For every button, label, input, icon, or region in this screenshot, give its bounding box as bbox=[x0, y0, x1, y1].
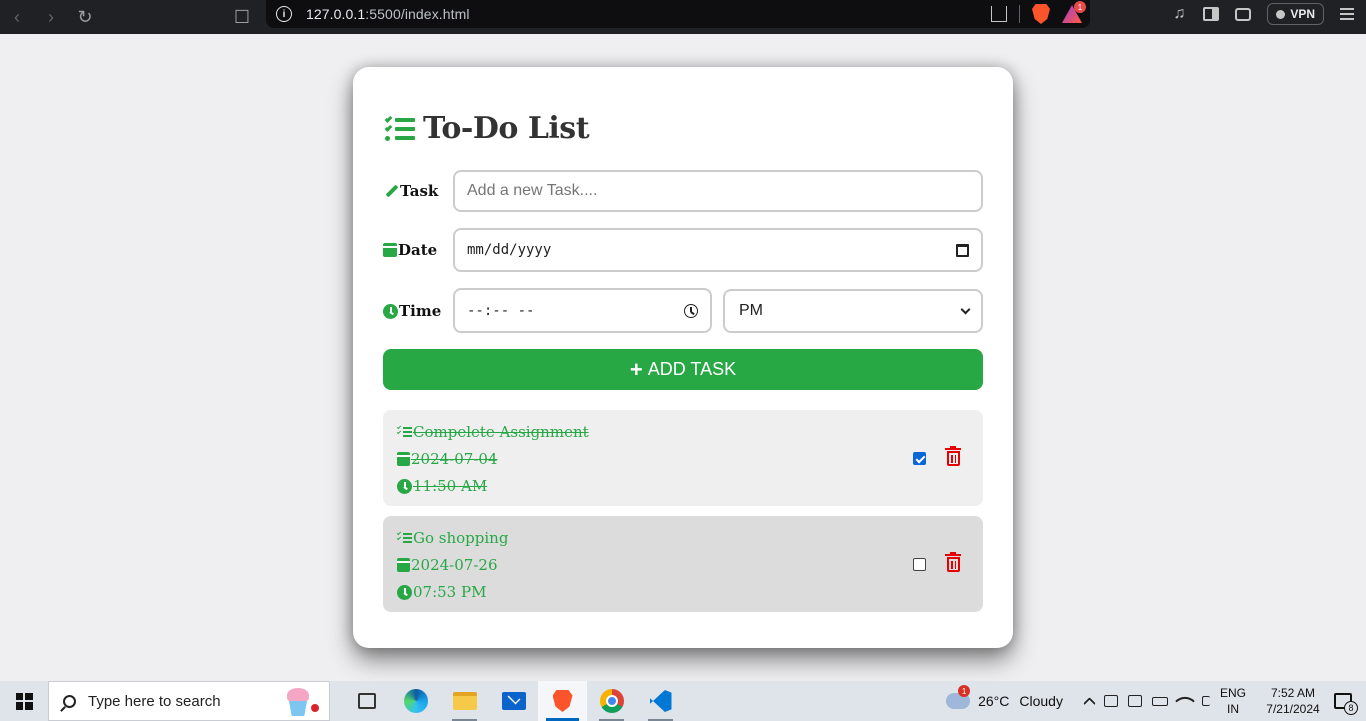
task-date: 2024-07-26 bbox=[397, 556, 497, 574]
calendar-icon bbox=[397, 558, 410, 572]
time-label: Time bbox=[383, 302, 441, 320]
time-input[interactable]: --:-- -- bbox=[453, 288, 712, 333]
address-bar[interactable]: i 127.0.0.1:5500/index.html bbox=[266, 0, 1090, 28]
add-task-label: ADD TASK bbox=[647, 359, 737, 379]
clock-icon bbox=[397, 584, 412, 600]
forward-icon[interactable]: › bbox=[34, 3, 68, 31]
vscode-icon bbox=[649, 690, 672, 712]
taskbar-mail[interactable] bbox=[489, 681, 538, 721]
clock-icon bbox=[397, 478, 412, 494]
battery-icon[interactable] bbox=[1151, 696, 1168, 706]
vpn-button[interactable]: VPN bbox=[1267, 3, 1324, 25]
clock-icon bbox=[383, 303, 398, 319]
task-label: Task bbox=[383, 182, 438, 200]
calendar-icon bbox=[383, 243, 397, 257]
back-icon[interactable]: ‹ bbox=[0, 3, 34, 31]
task-date: 2024-07-04 bbox=[397, 450, 497, 468]
date-picker-icon[interactable] bbox=[956, 243, 969, 257]
task-name: Compelete Assignment bbox=[396, 423, 589, 441]
app-title: To-Do List bbox=[423, 111, 590, 146]
notification-icon[interactable]: 8 bbox=[1334, 693, 1358, 715]
task-name: Go shopping bbox=[396, 529, 508, 547]
task-time: 07:53 PM bbox=[397, 583, 486, 601]
date-value: mm/dd/yyyy bbox=[467, 242, 552, 258]
meet-icon[interactable] bbox=[1103, 695, 1118, 707]
list-check-icon bbox=[396, 530, 412, 544]
task-complete-checkbox[interactable] bbox=[913, 452, 926, 465]
search-icon bbox=[63, 694, 76, 708]
wifi-icon[interactable] bbox=[1175, 691, 1195, 711]
taskbar: Type here to search 1 26°C Cloudy ENG IN … bbox=[0, 681, 1366, 721]
task-complete-checkbox[interactable] bbox=[913, 558, 926, 571]
vpn-label: VPN bbox=[1290, 7, 1315, 21]
sidebar-icon[interactable] bbox=[1203, 7, 1220, 21]
speaker-icon[interactable] bbox=[1201, 696, 1210, 706]
site-info-icon[interactable]: i bbox=[276, 6, 292, 22]
start-button[interactable] bbox=[0, 681, 48, 721]
taskbar-chrome[interactable] bbox=[587, 681, 636, 721]
device-icon[interactable] bbox=[1127, 695, 1142, 707]
menu-icon[interactable] bbox=[1340, 8, 1354, 20]
chrome-icon bbox=[599, 689, 624, 713]
chevron-up-icon[interactable] bbox=[1083, 696, 1096, 710]
taskbar-search[interactable]: Type here to search bbox=[48, 681, 330, 721]
notification-badge: 8 bbox=[1344, 701, 1358, 715]
vpn-status-icon bbox=[1276, 9, 1286, 19]
date-input[interactable]: mm/dd/yyyy bbox=[453, 228, 983, 272]
task-time: 11:50 AM bbox=[397, 477, 487, 495]
task-view-button[interactable] bbox=[342, 681, 391, 721]
divider bbox=[1019, 5, 1020, 23]
folder-icon bbox=[452, 692, 477, 710]
wallet-icon[interactable] bbox=[1235, 7, 1252, 21]
edge-icon bbox=[403, 689, 428, 713]
search-placeholder: Type here to search bbox=[88, 692, 221, 710]
cupcake-icon bbox=[283, 686, 323, 718]
list-check-icon bbox=[396, 424, 412, 438]
system-tray: 1 26°C Cloudy ENG IN 7:52 AM 7/21/2024 8 bbox=[946, 681, 1366, 721]
clock-display[interactable]: 7:52 AM 7/21/2024 bbox=[1262, 685, 1324, 717]
chevron-down-icon bbox=[960, 304, 971, 314]
url-text[interactable]: 127.0.0.1:5500/index.html bbox=[306, 6, 470, 22]
windows-icon bbox=[15, 692, 33, 710]
task-view-icon bbox=[357, 693, 376, 709]
cloud-icon[interactable]: 1 bbox=[946, 685, 971, 709]
ampm-select[interactable]: PM bbox=[723, 289, 983, 333]
rewards-badge: 1 bbox=[1074, 1, 1086, 13]
page-title: To-Do List bbox=[383, 111, 590, 146]
time-picker-icon[interactable] bbox=[684, 303, 698, 318]
brave-shields-icon[interactable] bbox=[1032, 4, 1050, 24]
mail-icon bbox=[501, 692, 526, 710]
media-icon[interactable]: ♫ bbox=[1171, 5, 1187, 22]
trash-icon[interactable] bbox=[945, 552, 961, 572]
calendar-icon bbox=[397, 452, 410, 466]
share-icon[interactable] bbox=[991, 6, 1007, 22]
weather-badge: 1 bbox=[958, 685, 971, 697]
add-task-button[interactable]: + ADD TASK bbox=[383, 349, 983, 390]
weather-temp[interactable]: 26°C bbox=[978, 693, 1009, 709]
date-label: Date bbox=[383, 241, 437, 259]
list-check-icon bbox=[383, 114, 415, 142]
plus-icon: + bbox=[629, 356, 643, 382]
task-input[interactable]: Add a new Task.... bbox=[453, 170, 983, 212]
pencil-icon bbox=[383, 183, 399, 199]
todo-card: To-Do List Task Add a new Task.... Date … bbox=[353, 67, 1013, 648]
browser-toolbar: ‹ › ↻ ☐ i 127.0.0.1:5500/index.html 1 ♫ … bbox=[0, 0, 1366, 34]
bookmark-icon[interactable]: ☐ bbox=[225, 3, 259, 31]
reload-icon[interactable]: ↻ bbox=[68, 3, 102, 31]
ampm-value: PM bbox=[739, 302, 763, 319]
brave-icon bbox=[552, 690, 573, 712]
time-value: --:-- -- bbox=[467, 302, 535, 319]
taskbar-edge[interactable] bbox=[391, 681, 440, 721]
task-item: Compelete Assignment 2024-07-04 11:50 AM bbox=[383, 410, 983, 506]
language-indicator[interactable]: ENG IN bbox=[1220, 685, 1246, 717]
taskbar-file-explorer[interactable] bbox=[440, 681, 489, 721]
taskbar-vscode[interactable] bbox=[636, 681, 685, 721]
taskbar-brave[interactable] bbox=[538, 681, 587, 721]
weather-desc[interactable]: Cloudy bbox=[1019, 693, 1063, 709]
trash-icon[interactable] bbox=[945, 446, 961, 466]
task-item: Go shopping 2024-07-26 07:53 PM bbox=[383, 516, 983, 612]
